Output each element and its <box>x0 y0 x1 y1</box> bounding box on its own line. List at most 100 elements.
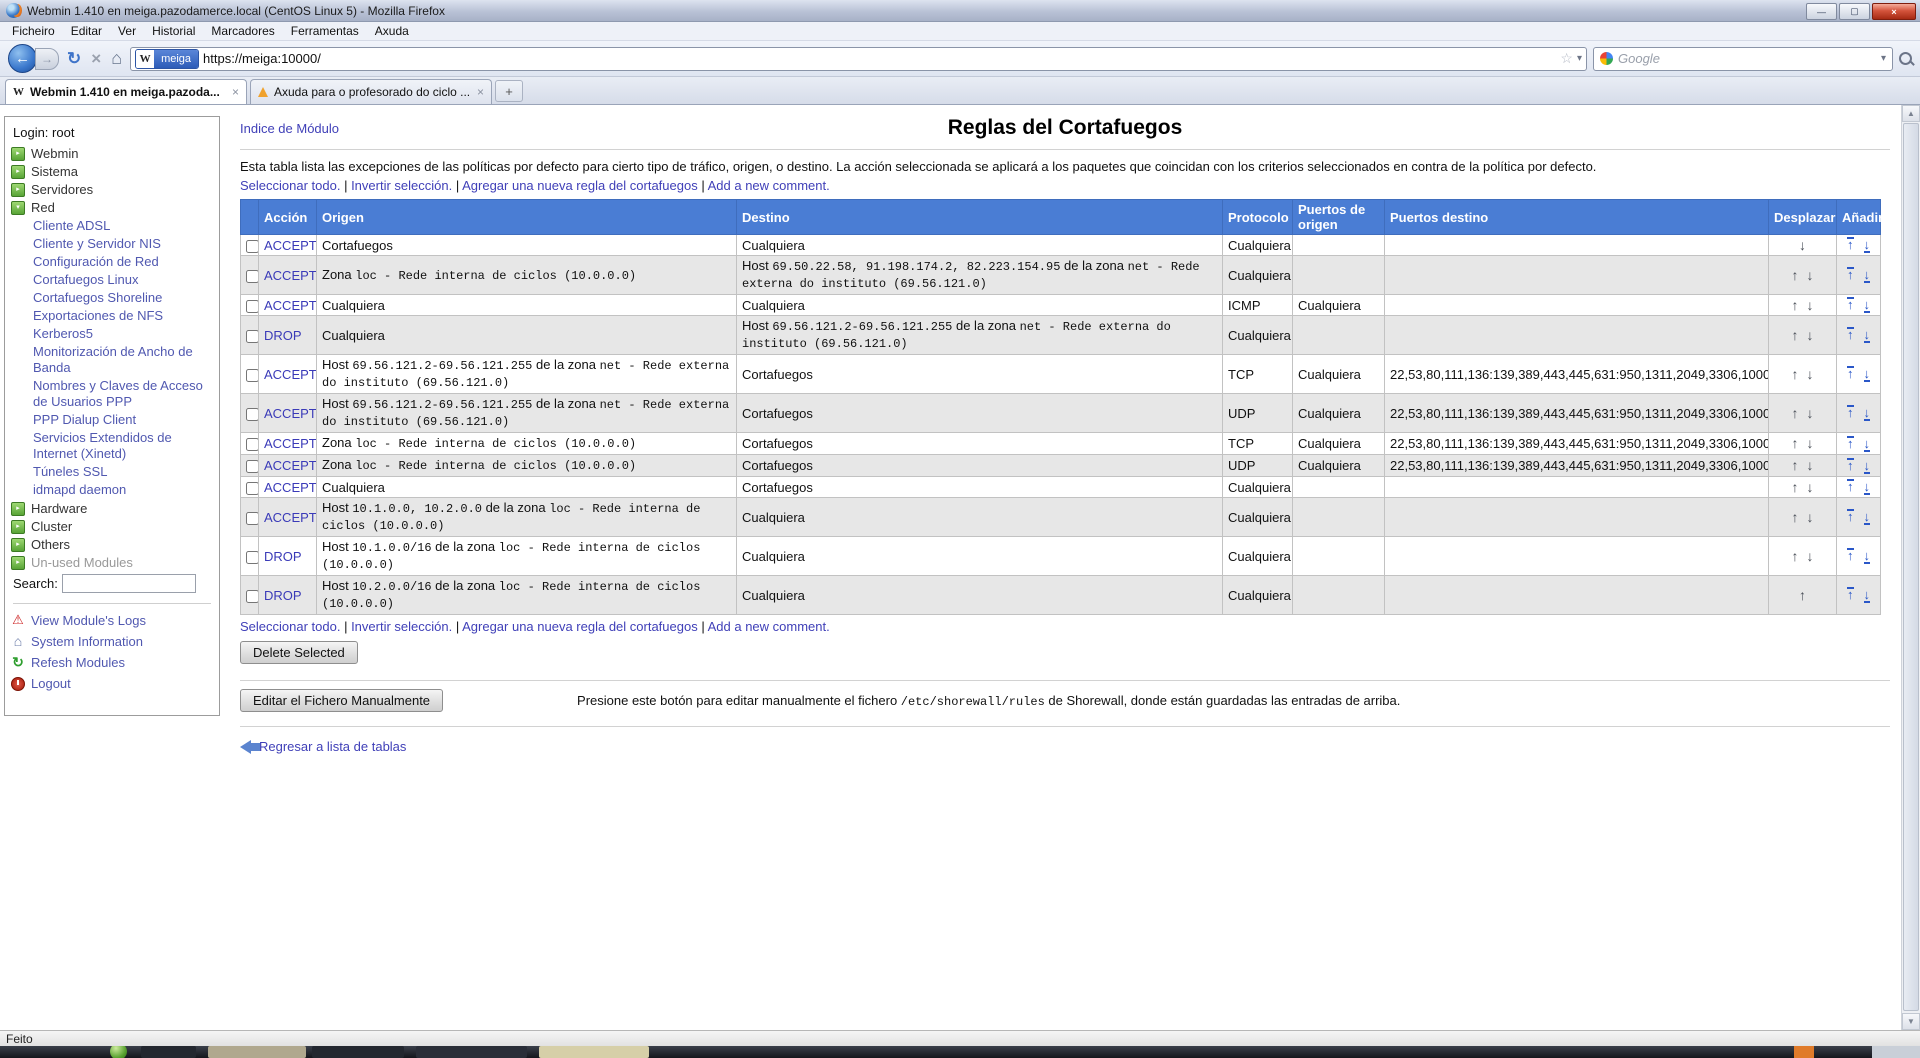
sidebar-item-idmapd-daemon[interactable]: idmapd daemon <box>33 482 213 498</box>
sidebar-item-cliente-adsl[interactable]: Cliente ADSL <box>33 218 213 234</box>
rule-action-link[interactable]: ACCEPT <box>264 436 317 451</box>
add-rule-after-icon[interactable]: ↓ <box>1864 368 1871 382</box>
rule-action-link[interactable]: ACCEPT <box>264 367 317 382</box>
action-link-invertir-selecci-n[interactable]: Invertir selección. <box>351 619 452 634</box>
rule-action-link[interactable]: DROP <box>264 588 302 603</box>
action-link-agregar-una-nueva-regla-del-cortafuegos[interactable]: Agregar una nueva regla del cortafuegos <box>462 619 698 634</box>
home-button[interactable]: ⌂ <box>109 48 124 69</box>
sidebar-link-view-module-s-logs[interactable]: ⚠View Module's Logs <box>11 612 213 628</box>
move-up-icon[interactable]: ↑ <box>1788 405 1803 421</box>
menu-ficheiro[interactable]: Ficheiro <box>4 23 63 39</box>
site-identity-button[interactable]: W meiga <box>135 49 199 69</box>
sidebar-category-cluster[interactable]: ▸Cluster <box>11 519 213 534</box>
scroll-down-icon[interactable]: ▼ <box>1902 1013 1920 1030</box>
stop-button[interactable]: × <box>89 49 103 69</box>
move-up-icon[interactable]: ↑ <box>1788 435 1803 451</box>
add-rule-before-icon[interactable]: ↑ <box>1847 458 1854 472</box>
add-rule-after-icon[interactable]: ↓ <box>1864 269 1871 283</box>
rule-action-link[interactable]: ACCEPT <box>264 406 317 421</box>
add-rule-before-icon[interactable]: ↑ <box>1847 405 1854 419</box>
add-rule-before-icon[interactable]: ↑ <box>1847 366 1854 380</box>
add-rule-after-icon[interactable]: ↓ <box>1864 589 1871 603</box>
row-checkbox[interactable] <box>246 330 259 343</box>
sidebar-item-ppp-dialup-client[interactable]: PPP Dialup Client <box>33 412 213 428</box>
row-checkbox[interactable] <box>246 482 259 495</box>
return-to-tables-link[interactable]: Regresar a lista de tablas <box>259 739 406 754</box>
row-checkbox[interactable] <box>246 300 259 313</box>
search-bar[interactable]: Google ▾ <box>1593 47 1893 71</box>
menu-historial[interactable]: Historial <box>144 23 203 39</box>
move-down-icon[interactable]: ↓ <box>1803 509 1818 525</box>
move-down-icon[interactable]: ↓ <box>1803 405 1818 421</box>
row-checkbox[interactable] <box>246 551 259 564</box>
sidebar-item-kerberos5[interactable]: Kerberos5 <box>33 326 213 342</box>
add-rule-after-icon[interactable]: ↓ <box>1864 550 1871 564</box>
add-rule-before-icon[interactable]: ↑ <box>1847 267 1854 281</box>
sidebar-category-red[interactable]: ▾Red <box>11 200 213 215</box>
add-rule-before-icon[interactable]: ↑ <box>1847 548 1854 562</box>
rule-action-link[interactable]: DROP <box>264 549 302 564</box>
sidebar-item-configuraci-n-de-red[interactable]: Configuración de Red <box>33 254 213 270</box>
add-rule-before-icon[interactable]: ↑ <box>1847 297 1854 311</box>
action-link-agregar-una-nueva-regla-del-cortafuegos[interactable]: Agregar una nueva regla del cortafuegos <box>462 178 698 193</box>
action-link-add-a-new-comment[interactable]: Add a new comment. <box>708 178 830 193</box>
row-checkbox[interactable] <box>246 240 259 253</box>
new-tab-button[interactable]: + <box>495 80 523 102</box>
add-rule-after-icon[interactable]: ↓ <box>1864 407 1871 421</box>
taskbar-button[interactable] <box>208 1046 306 1058</box>
move-down-icon[interactable]: ↓ <box>1803 479 1818 495</box>
scroll-up-icon[interactable]: ▲ <box>1902 105 1920 122</box>
add-rule-after-icon[interactable]: ↓ <box>1864 511 1871 525</box>
add-rule-after-icon[interactable]: ↓ <box>1864 299 1871 313</box>
sidebar-item-monitorizaci-n-de-ancho-de-banda[interactable]: Monitorización de Ancho de Banda <box>33 344 213 376</box>
action-link-seleccionar-todo[interactable]: Seleccionar todo. <box>240 178 340 193</box>
sidebar-category-hardware[interactable]: ▸Hardware <box>11 501 213 516</box>
rule-action-link[interactable]: ACCEPT <box>264 268 317 283</box>
rule-action-link[interactable]: ACCEPT <box>264 238 317 253</box>
move-up-icon[interactable]: ↑ <box>1788 548 1803 564</box>
menu-axuda[interactable]: Axuda <box>367 23 417 39</box>
add-rule-before-icon[interactable]: ↑ <box>1847 587 1854 601</box>
close-button[interactable]: × <box>1872 3 1916 20</box>
sidebar-item-cortafuegos-linux[interactable]: Cortafuegos Linux <box>33 272 213 288</box>
add-rule-before-icon[interactable]: ↑ <box>1847 509 1854 523</box>
sidebar-category-sistema[interactable]: ▸Sistema <box>11 164 213 179</box>
move-down-icon[interactable]: ↓ <box>1803 327 1818 343</box>
back-button[interactable]: ← <box>8 44 37 73</box>
taskbar-button[interactable] <box>312 1046 404 1058</box>
rule-action-link[interactable]: ACCEPT <box>264 458 317 473</box>
tab-close-icon[interactable]: × <box>232 85 239 99</box>
sidebar-item-cortafuegos-shoreline[interactable]: Cortafuegos Shoreline <box>33 290 213 306</box>
tray-icon[interactable] <box>1794 1046 1814 1058</box>
move-down-icon[interactable]: ↓ <box>1803 366 1818 382</box>
row-checkbox[interactable] <box>246 438 259 451</box>
tab-close-icon[interactable]: × <box>477 85 484 99</box>
url-bar[interactable]: W meiga https://meiga:10000/ ☆ ▾ <box>130 47 1587 71</box>
scrollbar-thumb[interactable] <box>1903 123 1919 1011</box>
tab-axuda-para-o-profesorado-do-ciclo[interactable]: Axuda para o profesorado do ciclo ...× <box>250 79 492 104</box>
add-rule-after-icon[interactable]: ↓ <box>1864 460 1871 474</box>
reload-button[interactable]: ↻ <box>65 49 83 69</box>
action-link-seleccionar-todo[interactable]: Seleccionar todo. <box>240 619 340 634</box>
taskbar-clock[interactable] <box>1872 1046 1920 1058</box>
add-rule-before-icon[interactable]: ↑ <box>1847 237 1854 251</box>
sidebar-category-others[interactable]: ▸Others <box>11 537 213 552</box>
move-up-icon[interactable]: ↑ <box>1788 509 1803 525</box>
row-checkbox[interactable] <box>246 408 259 421</box>
move-down-icon[interactable]: ↓ <box>1795 237 1810 253</box>
menu-ver[interactable]: Ver <box>110 23 144 39</box>
sidebar-category-un-used-modules[interactable]: ▸Un-used Modules <box>11 555 213 570</box>
url-dropdown-icon[interactable]: ▾ <box>1577 53 1582 64</box>
add-rule-before-icon[interactable]: ↑ <box>1847 327 1854 341</box>
url-text[interactable]: https://meiga:10000/ <box>203 51 1556 66</box>
minimize-button[interactable]: — <box>1806 3 1837 20</box>
move-up-icon[interactable]: ↑ <box>1788 327 1803 343</box>
menu-editar[interactable]: Editar <box>63 23 110 39</box>
move-down-icon[interactable]: ↓ <box>1803 297 1818 313</box>
move-up-icon[interactable]: ↑ <box>1788 457 1803 473</box>
maximize-button[interactable]: ▢ <box>1839 3 1870 20</box>
search-go-icon[interactable] <box>1899 52 1912 65</box>
bookmark-star-icon[interactable]: ☆ <box>1560 50 1573 67</box>
move-up-icon[interactable]: ↑ <box>1795 587 1810 603</box>
add-rule-before-icon[interactable]: ↑ <box>1847 479 1854 493</box>
